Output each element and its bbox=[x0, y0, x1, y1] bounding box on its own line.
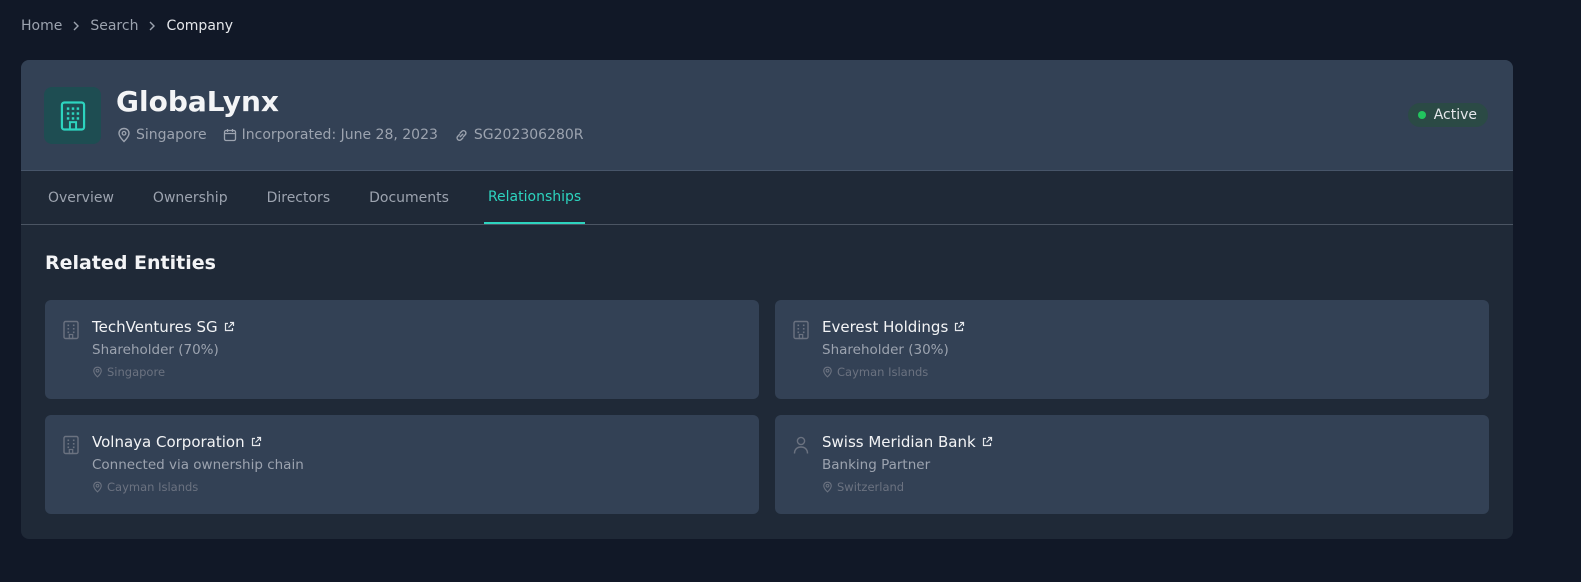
map-pin-icon bbox=[93, 366, 102, 378]
status-badge: Active bbox=[1407, 103, 1488, 127]
entity-location: Singapore bbox=[92, 365, 165, 379]
entity-location: Cayman Islands bbox=[822, 365, 928, 379]
entity-card-everest[interactable]: Everest Holdings Shareholder (30%) Cayma… bbox=[775, 300, 1489, 399]
company-incorporated: Incorporated: June 28, 2023 bbox=[223, 127, 438, 143]
entity-card-techventures[interactable]: TechVentures SG Shareholder (70%) Singap… bbox=[45, 300, 759, 399]
company-location-text: Singapore bbox=[136, 127, 207, 143]
entity-location-text: Switzerland bbox=[837, 480, 905, 494]
tab-bar: Overview Ownership Directors Documents R… bbox=[21, 171, 1513, 225]
breadcrumb-search[interactable]: Search bbox=[90, 18, 138, 34]
external-link-icon[interactable] bbox=[953, 321, 965, 333]
company-header: GlobaLynx Singapore Incorporated: June 2… bbox=[21, 60, 1513, 171]
entity-location-text: Cayman Islands bbox=[107, 480, 199, 494]
chevron-right-icon bbox=[68, 18, 84, 34]
entity-name-text: Everest Holdings bbox=[822, 318, 949, 336]
entity-role: Shareholder (30%) bbox=[822, 342, 949, 358]
chevron-right-icon bbox=[144, 18, 160, 34]
entity-name-text: Swiss Meridian Bank bbox=[822, 433, 976, 451]
section-title: Related Entities bbox=[45, 252, 216, 274]
link-icon bbox=[456, 129, 467, 141]
company-panel: GlobaLynx Singapore Incorporated: June 2… bbox=[21, 60, 1513, 539]
company-registration-text: SG202306280R bbox=[473, 127, 584, 143]
calendar-icon bbox=[223, 129, 236, 142]
tab-relationships[interactable]: Relationships bbox=[483, 171, 586, 224]
status-dot bbox=[1417, 111, 1426, 119]
company-name: GlobaLynx bbox=[116, 85, 279, 118]
entity-name-text: TechVentures SG bbox=[92, 318, 218, 336]
external-link-icon[interactable] bbox=[981, 436, 993, 448]
entity-role: Connected via ownership chain bbox=[92, 457, 304, 473]
breadcrumb-company: Company bbox=[166, 18, 234, 34]
map-pin-icon bbox=[118, 127, 130, 143]
company-meta: Singapore Incorporated: June 28, 2023 SG… bbox=[117, 127, 600, 143]
map-pin-icon bbox=[823, 481, 832, 493]
entity-name: Volnaya Corporation bbox=[92, 433, 262, 451]
entity-location: Cayman Islands bbox=[92, 480, 198, 494]
external-link-icon[interactable] bbox=[223, 321, 235, 333]
building-icon bbox=[63, 320, 79, 340]
person-icon bbox=[793, 436, 809, 454]
map-pin-icon bbox=[93, 481, 102, 493]
entity-name: Everest Holdings bbox=[822, 318, 965, 336]
breadcrumb-home[interactable]: Home bbox=[21, 18, 62, 34]
entity-card-volnaya[interactable]: Volnaya Corporation Connected via owners… bbox=[45, 415, 759, 514]
map-pin-icon bbox=[823, 366, 832, 378]
entity-card-swiss-meridian[interactable]: Swiss Meridian Bank Banking Partner Swit… bbox=[775, 415, 1489, 514]
tab-documents[interactable]: Documents bbox=[365, 171, 453, 224]
entity-location-text: Cayman Islands bbox=[837, 365, 929, 379]
building-icon bbox=[60, 100, 85, 131]
breadcrumb: Home Search Company bbox=[21, 16, 233, 36]
entity-name: Swiss Meridian Bank bbox=[822, 433, 993, 451]
status-text: Active bbox=[1433, 107, 1477, 123]
company-logo bbox=[44, 87, 101, 144]
building-icon bbox=[793, 320, 809, 340]
tab-overview[interactable]: Overview bbox=[44, 171, 118, 224]
entity-location: Switzerland bbox=[822, 480, 904, 494]
entity-role: Banking Partner bbox=[822, 457, 931, 473]
tab-directors[interactable]: Directors bbox=[263, 171, 335, 224]
company-registration: SG202306280R bbox=[454, 127, 584, 143]
company-location: Singapore bbox=[117, 127, 207, 143]
entity-role: Shareholder (70%) bbox=[92, 342, 219, 358]
external-link-icon[interactable] bbox=[250, 436, 262, 448]
entity-name-text: Volnaya Corporation bbox=[92, 433, 245, 451]
tab-ownership[interactable]: Ownership bbox=[149, 171, 232, 224]
company-incorporated-text: Incorporated: June 28, 2023 bbox=[241, 127, 438, 143]
entity-location-text: Singapore bbox=[107, 365, 166, 379]
building-icon bbox=[63, 435, 79, 455]
entity-name: TechVentures SG bbox=[92, 318, 235, 336]
